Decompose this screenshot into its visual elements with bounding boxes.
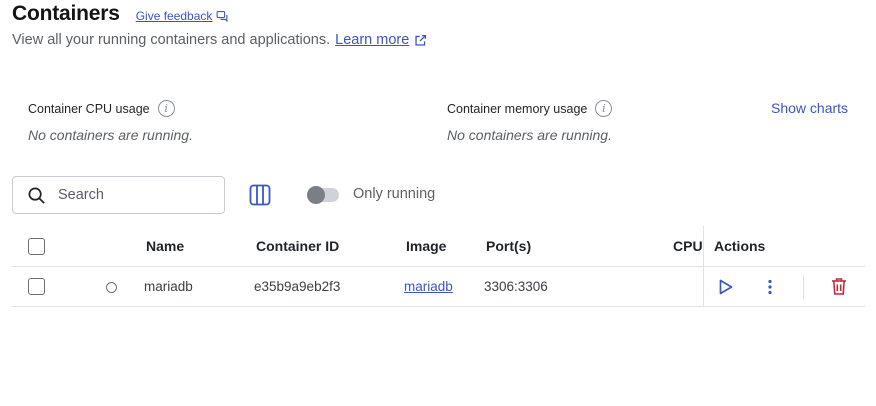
cpu-usage-label: Container CPU usage [28, 101, 150, 116]
column-header-cpu[interactable]: CPU [673, 238, 703, 254]
trash-icon[interactable] [830, 277, 848, 296]
container-name[interactable]: mariadb [144, 279, 193, 294]
container-ports: 3306:3306 [484, 279, 548, 294]
containers-table: Name Container ID Image Port(s) CPU Acti… [12, 226, 865, 307]
column-header-image[interactable]: Image [406, 238, 446, 254]
give-feedback-label: Give feedback [135, 9, 213, 23]
status-indicator [106, 282, 117, 293]
memory-usage-label: Container memory usage [447, 101, 588, 116]
search-box[interactable] [12, 176, 225, 214]
only-running-label: Only running [353, 186, 436, 202]
cpu-usage-title: Container CPU usage i [28, 100, 193, 117]
toggle-knob [307, 186, 325, 204]
column-header-ports[interactable]: Port(s) [486, 238, 531, 254]
learn-more-label: Learn more [335, 32, 410, 48]
column-header-name[interactable]: Name [146, 238, 184, 254]
cpu-usage-empty: No containers are running. [28, 127, 193, 143]
memory-usage-empty: No containers are running. [447, 127, 612, 143]
cpu-usage-panel: Container CPU usage i No containers are … [28, 100, 193, 143]
columns-icon [249, 184, 271, 206]
table-row[interactable]: mariadb e35b9a9eb2f3 mariadb 3306:3306 [12, 267, 865, 307]
info-icon[interactable]: i [157, 100, 175, 117]
play-icon[interactable] [717, 278, 735, 296]
page-title: Containers [12, 2, 120, 25]
external-link-icon [415, 34, 427, 46]
memory-usage-panel: Container memory usage i No containers a… [447, 100, 613, 143]
actions-column-divider [703, 226, 704, 307]
action-separator [803, 275, 804, 299]
more-vertical-icon[interactable] [761, 278, 779, 296]
row-checkbox[interactable] [28, 278, 45, 295]
table-header: Name Container ID Image Port(s) CPU Acti… [12, 226, 865, 267]
select-all-checkbox[interactable] [28, 238, 45, 255]
learn-more-link[interactable]: Learn more [335, 32, 427, 48]
column-header-container-id[interactable]: Container ID [256, 238, 339, 254]
chat-bubble-icon [216, 10, 228, 22]
show-charts-button[interactable]: Show charts [771, 100, 848, 116]
only-running-toggle[interactable] [307, 186, 339, 204]
title-row: Containers Give feedback [12, 2, 228, 26]
search-icon [28, 187, 45, 204]
container-id: e35b9a9eb2f3 [254, 279, 341, 294]
image-link[interactable]: mariadb [404, 279, 453, 294]
info-icon[interactable]: i [595, 100, 613, 117]
memory-usage-title: Container memory usage i [447, 100, 613, 117]
columns-button[interactable] [248, 183, 272, 207]
containers-page: Containers Give feedback View all your r… [0, 0, 876, 406]
column-header-actions: Actions [714, 238, 766, 254]
give-feedback-link[interactable]: Give feedback [136, 9, 229, 23]
search-input[interactable] [58, 187, 208, 203]
subtitle-text: View all your running containers and app… [12, 32, 331, 48]
page-subtitle: View all your running containers and app… [12, 32, 427, 48]
